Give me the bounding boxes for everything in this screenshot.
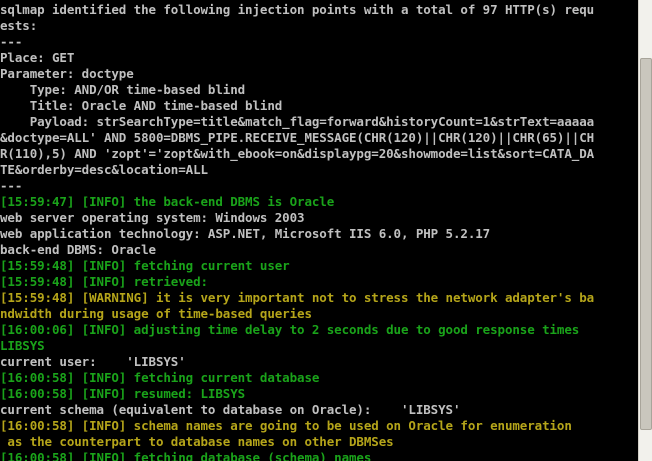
terminal-line: [15:59:48] [INFO] fetching current user bbox=[0, 258, 290, 273]
terminal-line: &doctype=ALL' AND 5800=DBMS_PIPE.RECEIVE… bbox=[0, 130, 595, 145]
terminal-lines: sqlmap identified the following injectio… bbox=[0, 2, 594, 461]
terminal-line: ests: bbox=[0, 18, 38, 33]
terminal-line: [15:59:47] [INFO] the back-end DBMS is O… bbox=[0, 194, 335, 209]
terminal-line: Place: GET bbox=[0, 50, 75, 65]
terminal-line: Type: AND/OR time-based blind bbox=[0, 82, 246, 97]
terminal-line: Title: Oracle AND time-based blind bbox=[0, 98, 283, 113]
terminal-line: web server operating system: Windows 200… bbox=[0, 210, 305, 225]
terminal-line: Parameter: doctype bbox=[0, 66, 134, 81]
terminal-line: sqlmap identified the following injectio… bbox=[0, 2, 595, 17]
terminal-line: Payload: strSearchType=title&match_flag=… bbox=[0, 114, 595, 129]
terminal-line: as the counterpart to database names on … bbox=[0, 434, 394, 449]
terminal-output[interactable]: sqlmap identified the following injectio… bbox=[0, 0, 638, 461]
terminal-line: ndwidth during usage of time-based queri… bbox=[0, 306, 312, 321]
terminal-line: [16:00:58] [INFO] fetching database (sch… bbox=[0, 450, 372, 461]
terminal-line: [16:00:58] [INFO] schema names are going… bbox=[0, 418, 572, 433]
terminal-line: --- bbox=[0, 178, 23, 193]
terminal-line: LIBSYS bbox=[0, 338, 45, 353]
terminal-line: [15:59:48] [WARNING] it is very importan… bbox=[0, 290, 595, 305]
terminal-line: --- bbox=[0, 34, 23, 49]
terminal-line: web application technology: ASP.NET, Mic… bbox=[0, 226, 491, 241]
terminal-line: [16:00:06] [INFO] adjusting time delay t… bbox=[0, 322, 580, 337]
terminal-line: back-end DBMS: Oracle bbox=[0, 242, 156, 257]
terminal-line: current user: 'LIBSYS' bbox=[0, 354, 186, 369]
vertical-scrollbar[interactable] bbox=[638, 0, 652, 461]
terminal-line: R(110),5) AND 'zopt'='zopt&with_ebook=on… bbox=[0, 146, 595, 161]
terminal-line: [16:00:58] [INFO] resumed: LIBSYS bbox=[0, 386, 246, 401]
terminal-line: [16:00:58] [INFO] fetching current datab… bbox=[0, 370, 320, 385]
terminal-line: TE&orderby=desc&location=ALL bbox=[0, 162, 208, 177]
terminal-line: current schema (equivalent to database o… bbox=[0, 402, 461, 417]
terminal-line: [15:59:48] [INFO] retrieved: bbox=[0, 274, 208, 289]
scrollbar-thumb[interactable] bbox=[640, 58, 652, 430]
